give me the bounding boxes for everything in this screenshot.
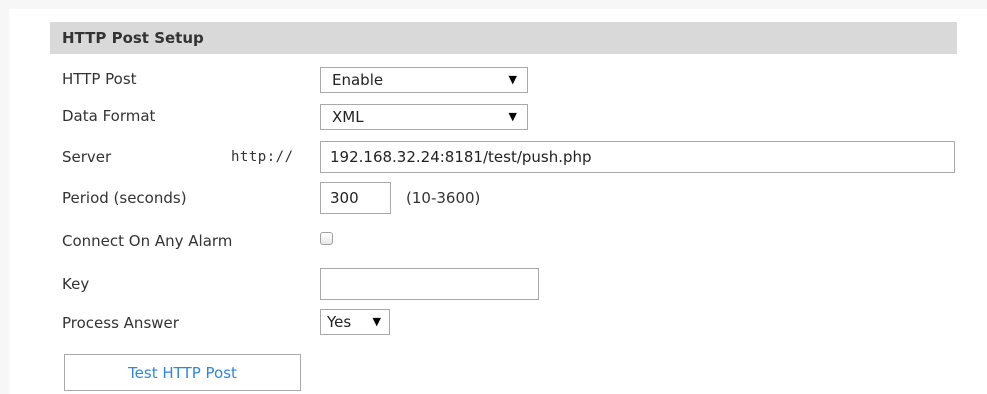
- http-post-select-value: Enable: [332, 71, 384, 89]
- http-post-label: HTTP Post: [62, 70, 137, 88]
- dropdown-arrow-icon: ▼: [508, 110, 517, 123]
- section-header-http-post-setup: HTTP Post Setup: [50, 22, 957, 54]
- server-url-input[interactable]: 192.168.32.24:8181/test/push.php: [320, 141, 955, 173]
- process-answer-select-value: Yes: [327, 313, 352, 331]
- data-format-label: Data Format: [62, 107, 156, 125]
- process-answer-select[interactable]: Yes ▼: [320, 309, 390, 335]
- connect-on-alarm-label: Connect On Any Alarm: [62, 232, 233, 250]
- page-background: HTTP Post Setup HTTP Post Enable ▼ Data …: [0, 0, 987, 394]
- process-answer-label: Process Answer: [62, 314, 179, 332]
- server-protocol-prefix: http://: [231, 149, 294, 165]
- period-input[interactable]: 300: [320, 182, 391, 214]
- key-label: Key: [62, 275, 90, 293]
- http-post-select[interactable]: Enable ▼: [320, 67, 528, 93]
- connect-on-alarm-checkbox[interactable]: [320, 232, 333, 245]
- period-range-hint: (10-3600): [406, 189, 481, 207]
- period-label: Period (seconds): [62, 189, 187, 207]
- key-input[interactable]: [320, 268, 539, 300]
- data-format-select[interactable]: XML ▼: [320, 104, 528, 130]
- data-format-select-value: XML: [332, 108, 364, 126]
- dropdown-arrow-icon: ▼: [372, 315, 381, 328]
- server-label: Server: [62, 148, 112, 166]
- test-http-post-button[interactable]: Test HTTP Post: [64, 354, 301, 391]
- dropdown-arrow-icon: ▼: [508, 73, 517, 86]
- settings-panel: HTTP Post Setup HTTP Post Enable ▼ Data …: [9, 9, 987, 394]
